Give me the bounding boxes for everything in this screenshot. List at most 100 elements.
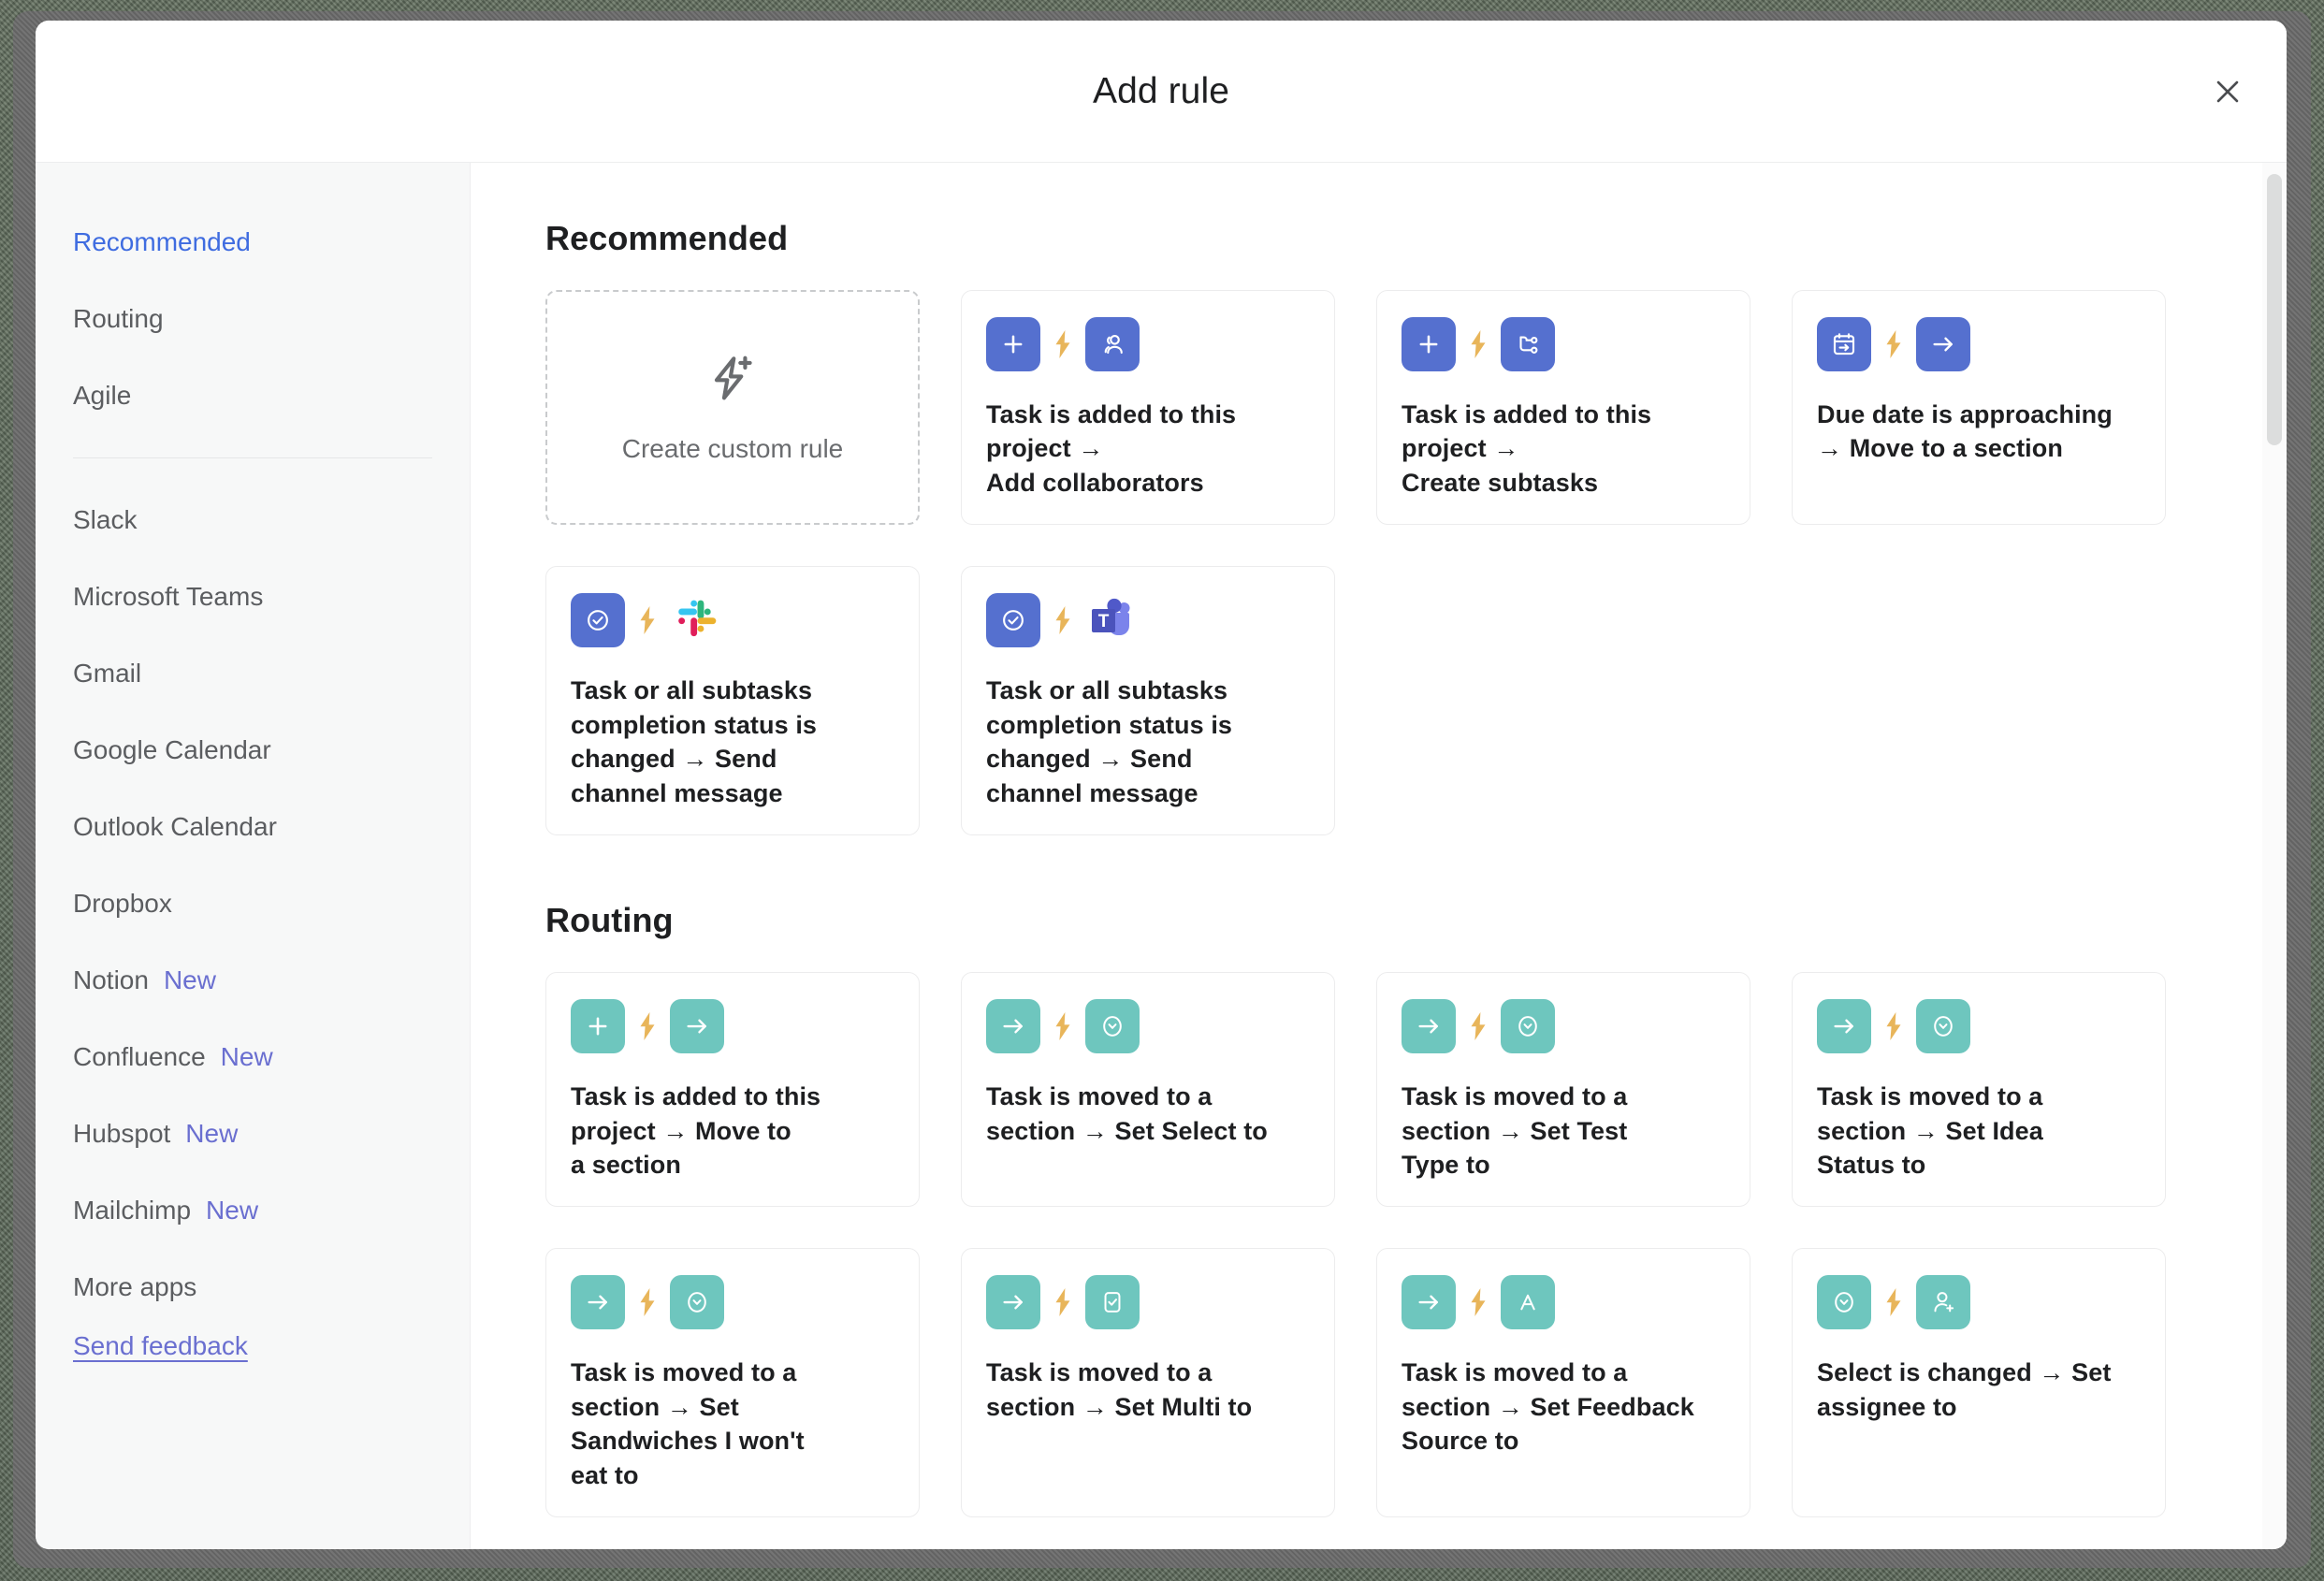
sidebar-item-notion[interactable]: Notion New (36, 942, 470, 1019)
section-heading: Routing (545, 901, 674, 940)
rule-icons (1817, 317, 2141, 371)
arrow-right-icon (1402, 1275, 1456, 1330)
modal-header: Add rule (36, 21, 2287, 163)
sidebar-item-gmail[interactable]: Gmail (36, 635, 470, 712)
sidebar-categories: Recommended Routing Agile (36, 204, 470, 434)
sidebar-item-label: Mailchimp (73, 1196, 192, 1225)
rule-card[interactable]: Task is moved to a section → Set Select … (961, 972, 1335, 1208)
page-title: Add rule (1092, 70, 1230, 111)
sidebar-divider (73, 457, 432, 458)
lightning-bolt-icon (638, 1012, 657, 1041)
rule-icons (1817, 999, 2141, 1054)
rule-icons (986, 317, 1310, 371)
rule-icons: T (986, 593, 1310, 648)
rule-card[interactable]: Task is moved to a section → Set Idea St… (1792, 972, 2166, 1208)
rule-icons (571, 1275, 894, 1330)
sidebar-item-label: Recommended (73, 227, 251, 256)
sidebar-item-label: Dropbox (73, 889, 172, 918)
rule-card-text: Task or all subtasks completion status i… (571, 676, 818, 807)
plus-icon (571, 999, 625, 1054)
sidebar-item-label: More apps (73, 1272, 197, 1301)
sidebar-item-hubspot[interactable]: Hubspot New (36, 1095, 470, 1172)
rule-card-text: Task is added to this project → Add coll… (986, 400, 1237, 497)
slack-logo-icon (670, 593, 724, 647)
rule-card-text: Select is changed → Set assignee to (1817, 1358, 2112, 1421)
close-button[interactable] (2201, 65, 2255, 119)
rule-icons (1817, 1275, 2141, 1330)
recommended-card-grid: Create custom rule Task is added to this… (545, 290, 2212, 836)
rule-card-text: Task is moved to a section → Set Idea St… (1817, 1082, 2043, 1179)
check-circle-icon (571, 593, 625, 648)
rule-icons (1402, 999, 1725, 1054)
subtasks-icon (1501, 317, 1555, 371)
arrow-right-icon (670, 999, 724, 1054)
rule-card[interactable]: Task is moved to a section → Set Sandwic… (545, 1248, 920, 1518)
people-icon (1085, 317, 1140, 371)
dropdown-circle-icon (1916, 999, 1970, 1054)
rule-card-text: Task is added to this project → Move to … (571, 1082, 821, 1179)
send-feedback-link[interactable]: Send feedback (73, 1331, 248, 1361)
rule-card-text: Task or all subtasks completion status i… (986, 676, 1233, 807)
rule-card[interactable]: T Task or all subtasks completion status… (961, 566, 1335, 836)
rule-card[interactable]: Task is added to this project → Move to … (545, 972, 920, 1208)
arrow-right-icon (1817, 999, 1871, 1054)
arrow-right-icon (571, 1275, 625, 1330)
lightning-bolt-icon (1884, 330, 1903, 358)
status-badge: New (206, 1196, 259, 1225)
rule-card[interactable]: Task is added to this project → Create s… (1376, 290, 1750, 526)
lightning-bolt-icon (1053, 1288, 1072, 1317)
sidebar-item-routing[interactable]: Routing (36, 281, 470, 357)
rules-content: Recommended Create custom rule Task is a… (471, 163, 2287, 1549)
sidebar-item-mailchimp[interactable]: Mailchimp New (36, 1172, 470, 1249)
add-rule-modal: Add rule Recommended Routing Agile Slack… (36, 21, 2287, 1549)
sidebar-item-recommended[interactable]: Recommended (36, 204, 470, 281)
sidebar-item-agile[interactable]: Agile (36, 357, 470, 434)
rule-card[interactable]: Select is changed → Set assignee to (1792, 1248, 2166, 1518)
rule-icons (571, 999, 894, 1054)
lightning-bolt-icon (1053, 606, 1072, 635)
text-field-icon (1501, 1275, 1555, 1330)
rule-card-text: Task is moved to a section → Set Sandwic… (571, 1358, 805, 1489)
lightning-bolt-icon (1884, 1288, 1903, 1317)
lightning-bolt-icon (1469, 1012, 1488, 1041)
sidebar-item-label: Notion (73, 965, 149, 994)
status-badge: New (220, 1042, 273, 1071)
checkbox-icon (1085, 1275, 1140, 1330)
rule-card-text: Task is moved to a section → Set Select … (986, 1082, 1268, 1145)
sidebar-item-slack[interactable]: Slack (36, 482, 470, 558)
rule-card-text: Task is moved to a section → Set Feedbac… (1402, 1358, 1694, 1456)
rule-card[interactable]: Task is moved to a section → Set Multi t… (961, 1248, 1335, 1518)
arrow-right-icon (986, 1275, 1040, 1330)
sidebar-item-more-apps[interactable]: More apps (36, 1249, 470, 1326)
content-scrollbar-track[interactable] (2262, 163, 2287, 1549)
sidebar-item-outlook-calendar[interactable]: Outlook Calendar (36, 789, 470, 865)
svg-text:T: T (1098, 612, 1110, 631)
status-badge: New (163, 965, 216, 994)
rule-icons (1402, 317, 1725, 371)
add-person-icon (1916, 1275, 1970, 1330)
sidebar-item-confluence[interactable]: Confluence New (36, 1019, 470, 1095)
close-icon (2212, 76, 2244, 108)
sidebar-item-dropbox[interactable]: Dropbox (36, 865, 470, 942)
section-recommended: Recommended Create custom rule Task is a… (545, 219, 2212, 836)
sidebar-item-google-calendar[interactable]: Google Calendar (36, 712, 470, 789)
dropdown-circle-icon (1501, 999, 1555, 1054)
rule-card[interactable]: Task is moved to a section → Set Feedbac… (1376, 1248, 1750, 1518)
rule-icons (571, 593, 894, 648)
arrow-right-icon (986, 999, 1040, 1054)
rule-card-text: Task is moved to a section → Set Test Ty… (1402, 1082, 1628, 1179)
teams-logo-icon: T (1085, 593, 1140, 647)
status-badge: New (185, 1119, 239, 1148)
routing-card-grid: Task is added to this project → Move to … (545, 972, 2212, 1518)
content-scrollbar-thumb[interactable] (2267, 174, 2282, 445)
rule-card[interactable]: Task is added to this project → Add coll… (961, 290, 1335, 526)
rule-card[interactable]: Task is moved to a section → Set Test Ty… (1376, 972, 1750, 1208)
create-custom-rule-card[interactable]: Create custom rule (545, 290, 920, 526)
sidebar-item-microsoft-teams[interactable]: Microsoft Teams (36, 558, 470, 635)
dropdown-circle-icon (1085, 999, 1140, 1054)
plus-icon (986, 317, 1040, 371)
rule-card[interactable]: Task or all subtasks completion status i… (545, 566, 920, 836)
rule-icons (986, 1275, 1310, 1330)
check-circle-icon (986, 593, 1040, 648)
rule-card[interactable]: Due date is approaching → Move to a sect… (1792, 290, 2166, 526)
